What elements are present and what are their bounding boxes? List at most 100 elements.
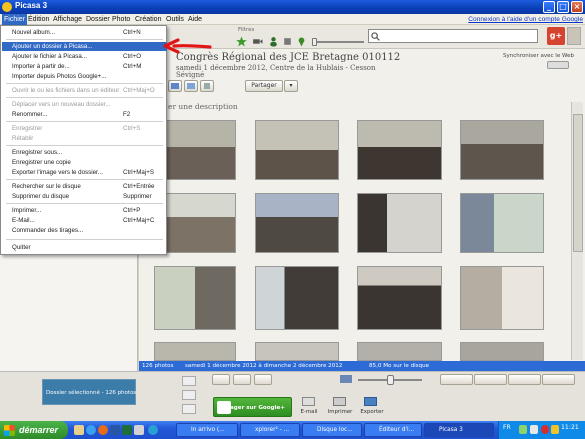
menu-item-locate-on-disk[interactable]: Rechercher sur le disque Ctrl+Entrée <box>2 182 167 191</box>
star-filter-icon[interactable] <box>236 36 247 47</box>
email-label[interactable]: E-mail <box>296 409 322 415</box>
menu-item-new-album[interactable]: Nouvel album... Ctrl+N <box>2 28 167 37</box>
task-xplorer2[interactable]: xplorer² - ... <box>240 423 300 437</box>
rotate-right-button[interactable] <box>233 374 251 385</box>
menu-affichage[interactable]: Affichage <box>51 14 84 25</box>
language-indicator[interactable]: FR <box>503 424 511 431</box>
search-input[interactable] <box>368 29 538 43</box>
photo-thumbnail[interactable] <box>154 342 236 361</box>
people-button[interactable] <box>440 374 473 385</box>
photo-thumbnail[interactable] <box>460 342 544 361</box>
print-icon[interactable] <box>333 397 346 406</box>
task-picasa[interactable]: Picasa 3 <box>424 423 494 437</box>
photo-thumbnail[interactable] <box>255 193 339 253</box>
menu-item-save-copy[interactable]: Enregistrer une copie <box>2 158 167 167</box>
scrollbar-thumb[interactable] <box>573 114 583 252</box>
sync-web-label: Synchroniser avec le Web <box>503 53 574 59</box>
photo-thumbnail[interactable] <box>255 266 339 330</box>
quicklaunch-firefox-icon[interactable] <box>98 425 108 435</box>
clear-tray-icon[interactable] <box>182 390 196 400</box>
menu-item-rename[interactable]: Renommer... F2 <box>2 110 167 119</box>
rotate-left-button[interactable] <box>212 374 230 385</box>
menu-item-import-from[interactable]: Importer à partir de... Ctrl+M <box>2 62 167 71</box>
maximize-button[interactable]: □ <box>557 1 569 13</box>
date-filter-slider-track <box>312 41 364 43</box>
vertical-scrollbar[interactable] <box>571 102 583 360</box>
video-filter-icon[interactable] <box>252 36 263 47</box>
upload-button[interactable] <box>200 80 214 92</box>
menu-fichier[interactable]: Fichier <box>2 14 28 25</box>
add-to-album-icon[interactable] <box>182 404 196 414</box>
menu-outils[interactable]: Outils <box>164 14 186 25</box>
quicklaunch-excel-icon[interactable] <box>122 425 132 435</box>
tray-volume-icon[interactable] <box>530 425 538 434</box>
menu-photo[interactable]: Photo <box>110 14 132 25</box>
quicklaunch-folder-icon[interactable] <box>74 425 84 435</box>
menu-separator <box>6 203 163 204</box>
google-login-link[interactable]: Connexion à l'aide d'un compte Google <box>468 14 583 25</box>
avatar[interactable] <box>567 27 581 45</box>
photo-thumbnail[interactable] <box>460 193 544 253</box>
menu-item-quit[interactable]: Quitter <box>2 243 167 252</box>
photo-thumbnail[interactable] <box>460 266 544 330</box>
zoom-slider-handle[interactable] <box>387 375 394 385</box>
menu-item-add-folder[interactable]: Ajouter un dossier à Picasa... <box>2 42 167 51</box>
menu-item-order-prints[interactable]: Commander des tirages... <box>2 226 167 235</box>
image-size-icon <box>340 375 352 383</box>
slideshow-button[interactable] <box>168 80 182 92</box>
photo-thumbnail[interactable] <box>255 120 339 180</box>
menu-item-email[interactable]: E-Mail... Ctrl+Maj+C <box>2 216 167 225</box>
rotate-right-2-button[interactable] <box>254 374 272 385</box>
quicklaunch-word-icon[interactable] <box>110 425 120 435</box>
menu-aide[interactable]: Aide <box>186 14 204 25</box>
folder-place: Sévigné <box>176 71 205 79</box>
photo-thumbnail[interactable] <box>357 193 442 253</box>
add-description-field[interactable]: er une description <box>168 102 238 111</box>
tray-network-icon[interactable] <box>519 425 527 434</box>
tray-security-icon[interactable] <box>541 425 549 434</box>
menu-dossier[interactable]: Dossier <box>84 14 112 25</box>
share-google-plus-button[interactable]: Partager sur Google+ <box>213 397 292 417</box>
quicklaunch-ie-icon[interactable] <box>86 425 96 435</box>
hold-icon[interactable] <box>182 376 196 386</box>
menu-item-import-google-photos[interactable]: Importer depuis Photos Google+... <box>2 72 167 81</box>
task-disque-local[interactable]: Disque loc... <box>302 423 362 437</box>
menu-item-delete-from-disk[interactable]: Supprimer du disque Supprimer <box>2 192 167 201</box>
photo-thumbnail[interactable] <box>255 342 339 361</box>
photo-thumbnail[interactable] <box>357 120 442 180</box>
menu-item-print[interactable]: Imprimer... Ctrl+P <box>2 206 167 215</box>
task-in-arrivo[interactable]: In arrivo (... <box>176 423 238 437</box>
date-filter-slider-handle[interactable] <box>312 38 317 46</box>
places-button[interactable] <box>474 374 507 385</box>
quicklaunch-app-icon[interactable] <box>134 425 144 435</box>
task-editeur[interactable]: Éditeur d'i... <box>364 423 422 437</box>
tags-button[interactable] <box>508 374 541 385</box>
email-icon[interactable] <box>302 397 315 406</box>
photo-thumbnail[interactable] <box>154 266 236 330</box>
quicklaunch-chrome-icon[interactable] <box>148 425 158 435</box>
people-filter-icon[interactable] <box>268 36 279 47</box>
menu-item-export[interactable]: Exporter l'image vers le dossier... Ctrl+… <box>2 168 167 177</box>
info-button[interactable] <box>542 374 575 385</box>
menu-item-save-as[interactable]: Enregistrer sous... <box>2 148 167 157</box>
location-filter-icon[interactable] <box>296 36 307 47</box>
close-button[interactable]: × <box>571 1 583 13</box>
menu-edition[interactable]: Édition <box>26 14 51 25</box>
minimize-button[interactable]: _ <box>543 1 555 13</box>
print-label[interactable]: Imprimer <box>324 409 356 415</box>
tray-app-icon[interactable] <box>551 425 559 434</box>
google-plus-icon[interactable]: g+ <box>547 27 565 45</box>
export-icon[interactable] <box>364 397 377 406</box>
menu-creation[interactable]: Création <box>133 14 163 25</box>
upload-filter-icon[interactable] <box>282 36 293 47</box>
export-label[interactable]: Exporter <box>356 409 388 415</box>
sync-web-toggle[interactable] <box>547 61 569 69</box>
share-dropdown-button[interactable]: ▾ <box>284 80 298 92</box>
share-button[interactable]: Partager <box>245 80 283 92</box>
photo-thumbnail[interactable] <box>460 120 544 180</box>
photo-thumbnail[interactable] <box>357 342 442 361</box>
photo-thumbnail[interactable] <box>357 266 442 330</box>
menu-item-add-file[interactable]: Ajouter le fichier à Picasa... Ctrl+O <box>2 52 167 61</box>
menu-item-open-in-editor: Ouvrir le ou les fichiers dans un éditeu… <box>12 87 155 94</box>
collage-button[interactable] <box>184 80 198 92</box>
